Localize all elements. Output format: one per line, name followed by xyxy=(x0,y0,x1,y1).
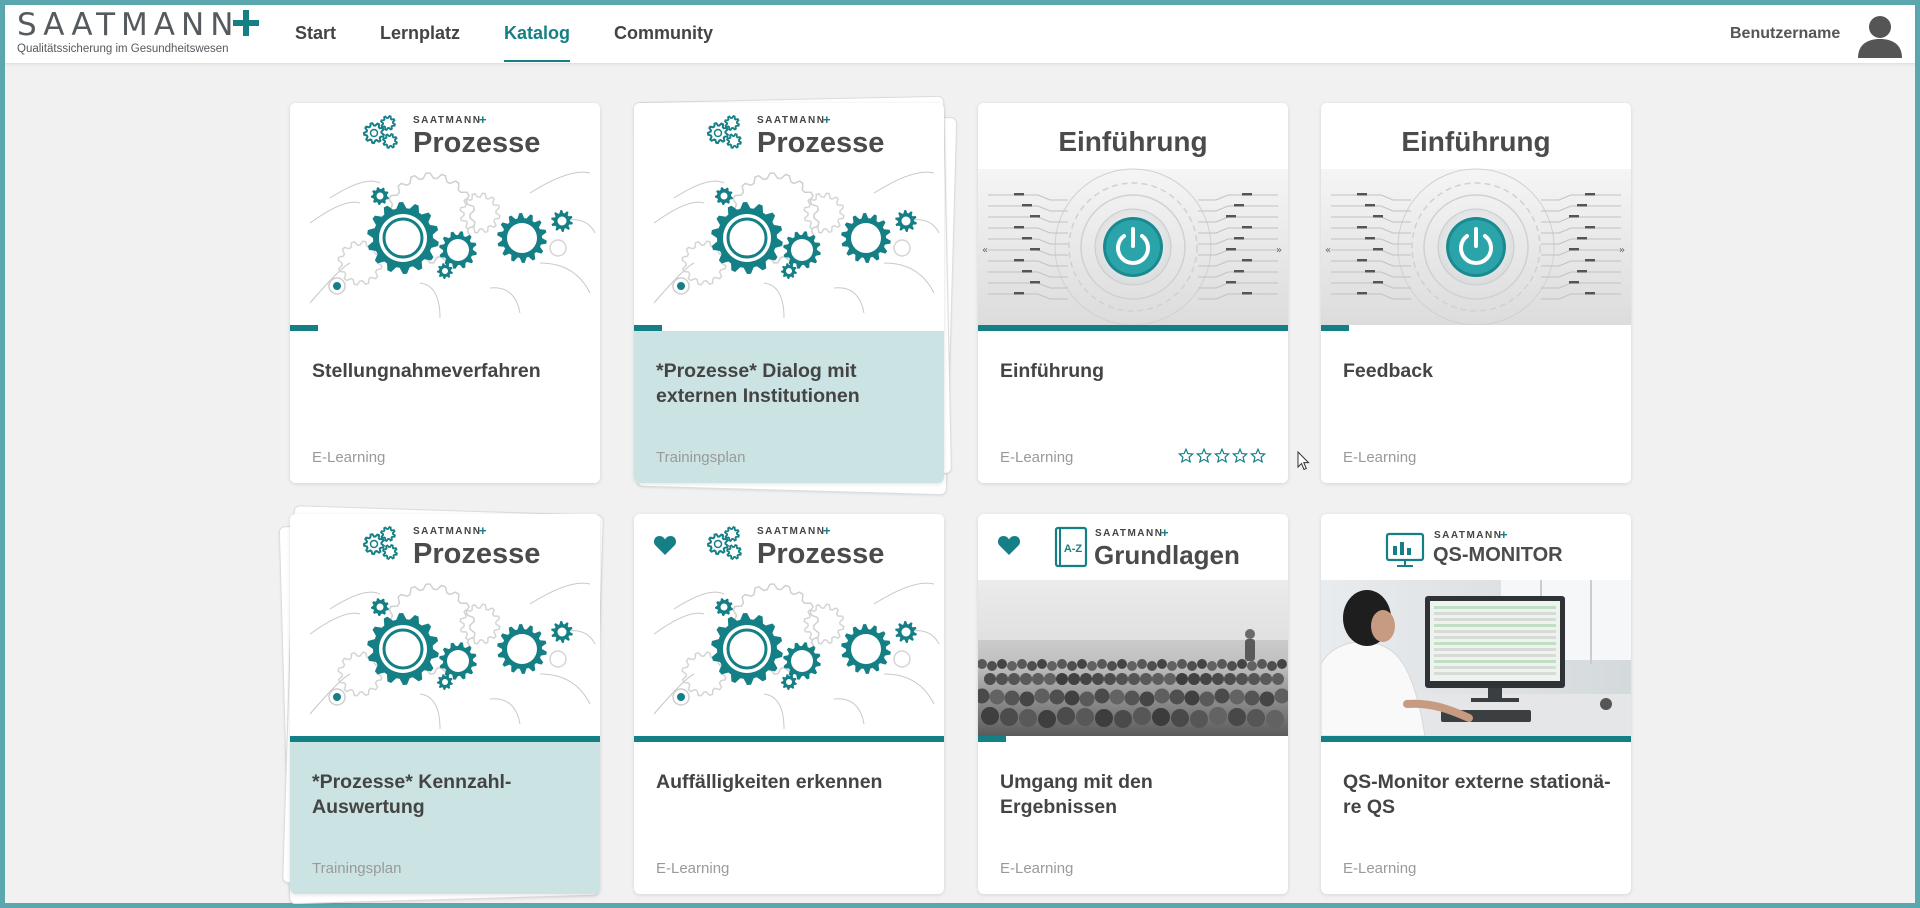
qs-monitor-illustration: SAATMANN+ QS-MONITOR xyxy=(1321,514,1631,736)
catalog-card: Einführung « » Einführung E-Learning xyxy=(978,103,1288,483)
svg-text:Grundlagen: Grundlagen xyxy=(1094,540,1240,570)
card-type: Trainingsplan xyxy=(656,449,746,466)
catalog-card: SAATMANN + QS-MONITOR QS-Monitor externe s… xyxy=(1321,514,1631,894)
svg-text:+: + xyxy=(1161,525,1169,540)
svg-text:A-Z: A-Z xyxy=(1064,543,1083,555)
card-type: E-Learning xyxy=(1343,449,1417,466)
card-title: Auffälligkeiten erkennen xyxy=(656,771,883,793)
svg-text:»: » xyxy=(1276,245,1282,256)
svg-text:«: « xyxy=(1325,245,1331,256)
svg-text:+: + xyxy=(479,112,487,127)
mouse-pointer-icon xyxy=(1297,451,1310,471)
card-image-prozesse: SAATMANN + Prozesse xyxy=(634,103,944,325)
svg-text:Prozesse: Prozesse xyxy=(757,127,884,159)
card-title: *Prozesse* Dialog mit extern­en Institut… xyxy=(656,360,860,407)
card-type: E-Learning xyxy=(312,449,386,466)
card-type: E-Learning xyxy=(1343,860,1417,877)
catalog-card: Einführung « » Feedback E-Learning xyxy=(1321,103,1631,483)
heart-icon xyxy=(653,536,677,555)
card-title: Feedback xyxy=(1343,360,1433,382)
card-image-einfuehrung: Einführung « » xyxy=(1321,103,1631,325)
course-card-auffaelligkeiten[interactable]: SAATMANN + Prozesse Auffälligkeiten erkenn… xyxy=(634,514,944,894)
svg-text:+: + xyxy=(479,523,487,538)
course-card-qs-monitor[interactable]: SAATMANN + QS-MONITOR QS-Monitor externe s… xyxy=(1321,514,1631,894)
course-card-feedback[interactable]: Einführung « » Feedback E-Learning xyxy=(1321,103,1631,483)
catalog-card: A-Z SAATMANN + Grundlagen Umgang mit den Er… xyxy=(978,514,1288,894)
prozesse-illustration: SAATMANN+Prozesse xyxy=(290,103,600,325)
catalog-card: SAATMANN + Prozesse *Prozesse* Kennzahl-Au… xyxy=(278,505,604,905)
card-type: E-Learning xyxy=(656,860,730,877)
svg-text:»: » xyxy=(1619,245,1625,256)
star-outline-icon[interactable] xyxy=(1250,448,1266,464)
star-outline-icon[interactable] xyxy=(1232,448,1248,464)
svg-text:Einführung: Einführung xyxy=(1401,126,1550,157)
einfuehrung-illustration: Einführung « » xyxy=(978,103,1288,325)
card-image-qs-monitor: SAATMANN + QS-MONITOR xyxy=(1321,514,1631,736)
card-image-prozesse: SAATMANN + Prozesse xyxy=(290,103,600,325)
catalog-card: SAATMANN + Prozesse Stellungnahmeverfahren… xyxy=(290,103,600,483)
card-type: E-Learning xyxy=(1000,860,1074,877)
card-title: Umgang mit den Ergebnissen xyxy=(1000,771,1153,818)
card-image-einfuehrung: Einführung « » xyxy=(978,103,1288,325)
svg-text:SAATMANN: SAATMANN xyxy=(1095,528,1163,539)
star-rating[interactable] xyxy=(1178,448,1266,464)
course-card-einfuehrung[interactable]: Einführung « » Einführung E-Learning xyxy=(978,103,1288,483)
card-image-prozesse: SAATMANN + Prozesse xyxy=(290,514,600,736)
catalog-grid: SAATMANN + Prozesse Stellungnahmeverfahren… xyxy=(5,5,1915,905)
training-plan-card-dialog[interactable]: SAATMANN + Prozesse *Prozesse* Dialog mit … xyxy=(634,103,944,483)
heart-icon xyxy=(997,536,1021,555)
catalog-card: SAATMANN + Prozesse *Prozesse* Dialog mit … xyxy=(634,95,958,496)
svg-text:SAATMANN: SAATMANN xyxy=(413,115,481,126)
svg-text:Prozesse: Prozesse xyxy=(757,538,884,570)
svg-text:Prozesse: Prozesse xyxy=(413,538,540,570)
card-title: Stellungnahmeverfahren xyxy=(312,360,541,382)
svg-text:+: + xyxy=(1500,527,1508,542)
svg-text:+: + xyxy=(823,523,831,538)
card-title: QS-Monitor externe stationä­re QS xyxy=(1343,771,1611,818)
star-outline-icon[interactable] xyxy=(1196,448,1212,464)
training-plan-card-kennzahl[interactable]: SAATMANN + Prozesse *Prozesse* Kennzahl-Au… xyxy=(290,514,600,894)
star-outline-icon[interactable] xyxy=(1178,448,1194,464)
svg-text:SAATMANN: SAATMANN xyxy=(757,526,825,537)
svg-text:Prozesse: Prozesse xyxy=(413,127,540,159)
card-type: E-Learning xyxy=(1000,449,1074,466)
prozesse-illustration: SAATMANN+Prozesse xyxy=(290,514,600,736)
svg-text:«: « xyxy=(982,245,988,256)
svg-text:QS-MONITOR: QS-MONITOR xyxy=(1433,544,1563,566)
course-card-umgang-ergebnisse[interactable]: A-Z SAATMANN + Grundlagen Umgang mit den Er… xyxy=(978,514,1288,894)
star-outline-icon[interactable] xyxy=(1214,448,1230,464)
svg-text:SAATMANN: SAATMANN xyxy=(1434,530,1502,541)
svg-text:+: + xyxy=(823,112,831,127)
einfuehrung-illustration: Einführung « » xyxy=(1321,103,1631,325)
card-type: Trainingsplan xyxy=(312,860,402,877)
prozesse-illustration: SAATMANN+Prozesse xyxy=(634,103,944,325)
course-card-stellungnahmeverfahren[interactable]: SAATMANN + Prozesse Stellungnahmeverfahren… xyxy=(290,103,600,483)
favorite-button[interactable] xyxy=(640,520,690,570)
favorite-button[interactable] xyxy=(984,520,1034,570)
catalog-card: SAATMANN + Prozesse Auffälligkeiten erkenn… xyxy=(634,514,944,894)
card-title: Einführung xyxy=(1000,360,1104,382)
svg-text:SAATMANN: SAATMANN xyxy=(413,526,481,537)
svg-text:SAATMANN: SAATMANN xyxy=(757,115,825,126)
svg-text:Einführung: Einführung xyxy=(1058,126,1207,157)
card-title: *Prozesse* Kennzahl-Auswertung xyxy=(312,771,512,818)
